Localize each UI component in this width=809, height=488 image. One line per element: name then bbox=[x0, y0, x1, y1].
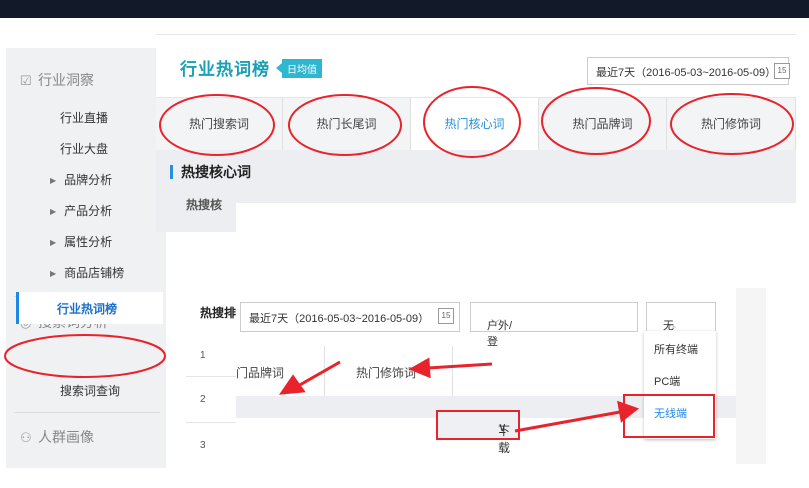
annotation-circle bbox=[288, 94, 402, 156]
annotation-circle bbox=[159, 94, 275, 156]
annotation-arrow bbox=[514, 410, 621, 433]
annotation-circle bbox=[541, 87, 651, 155]
annotation-arrowhead bbox=[408, 357, 431, 379]
annotation-circle bbox=[670, 93, 794, 155]
annotation-arrow bbox=[297, 360, 341, 388]
annotation-circle bbox=[423, 86, 521, 158]
annotation-overlay bbox=[4, 86, 794, 438]
annotation-box bbox=[623, 394, 715, 438]
annotation-arrowhead bbox=[278, 374, 306, 395]
annotation-arrowhead bbox=[617, 400, 640, 423]
annotation-arrow bbox=[427, 362, 493, 370]
annotation-circle bbox=[4, 334, 166, 378]
